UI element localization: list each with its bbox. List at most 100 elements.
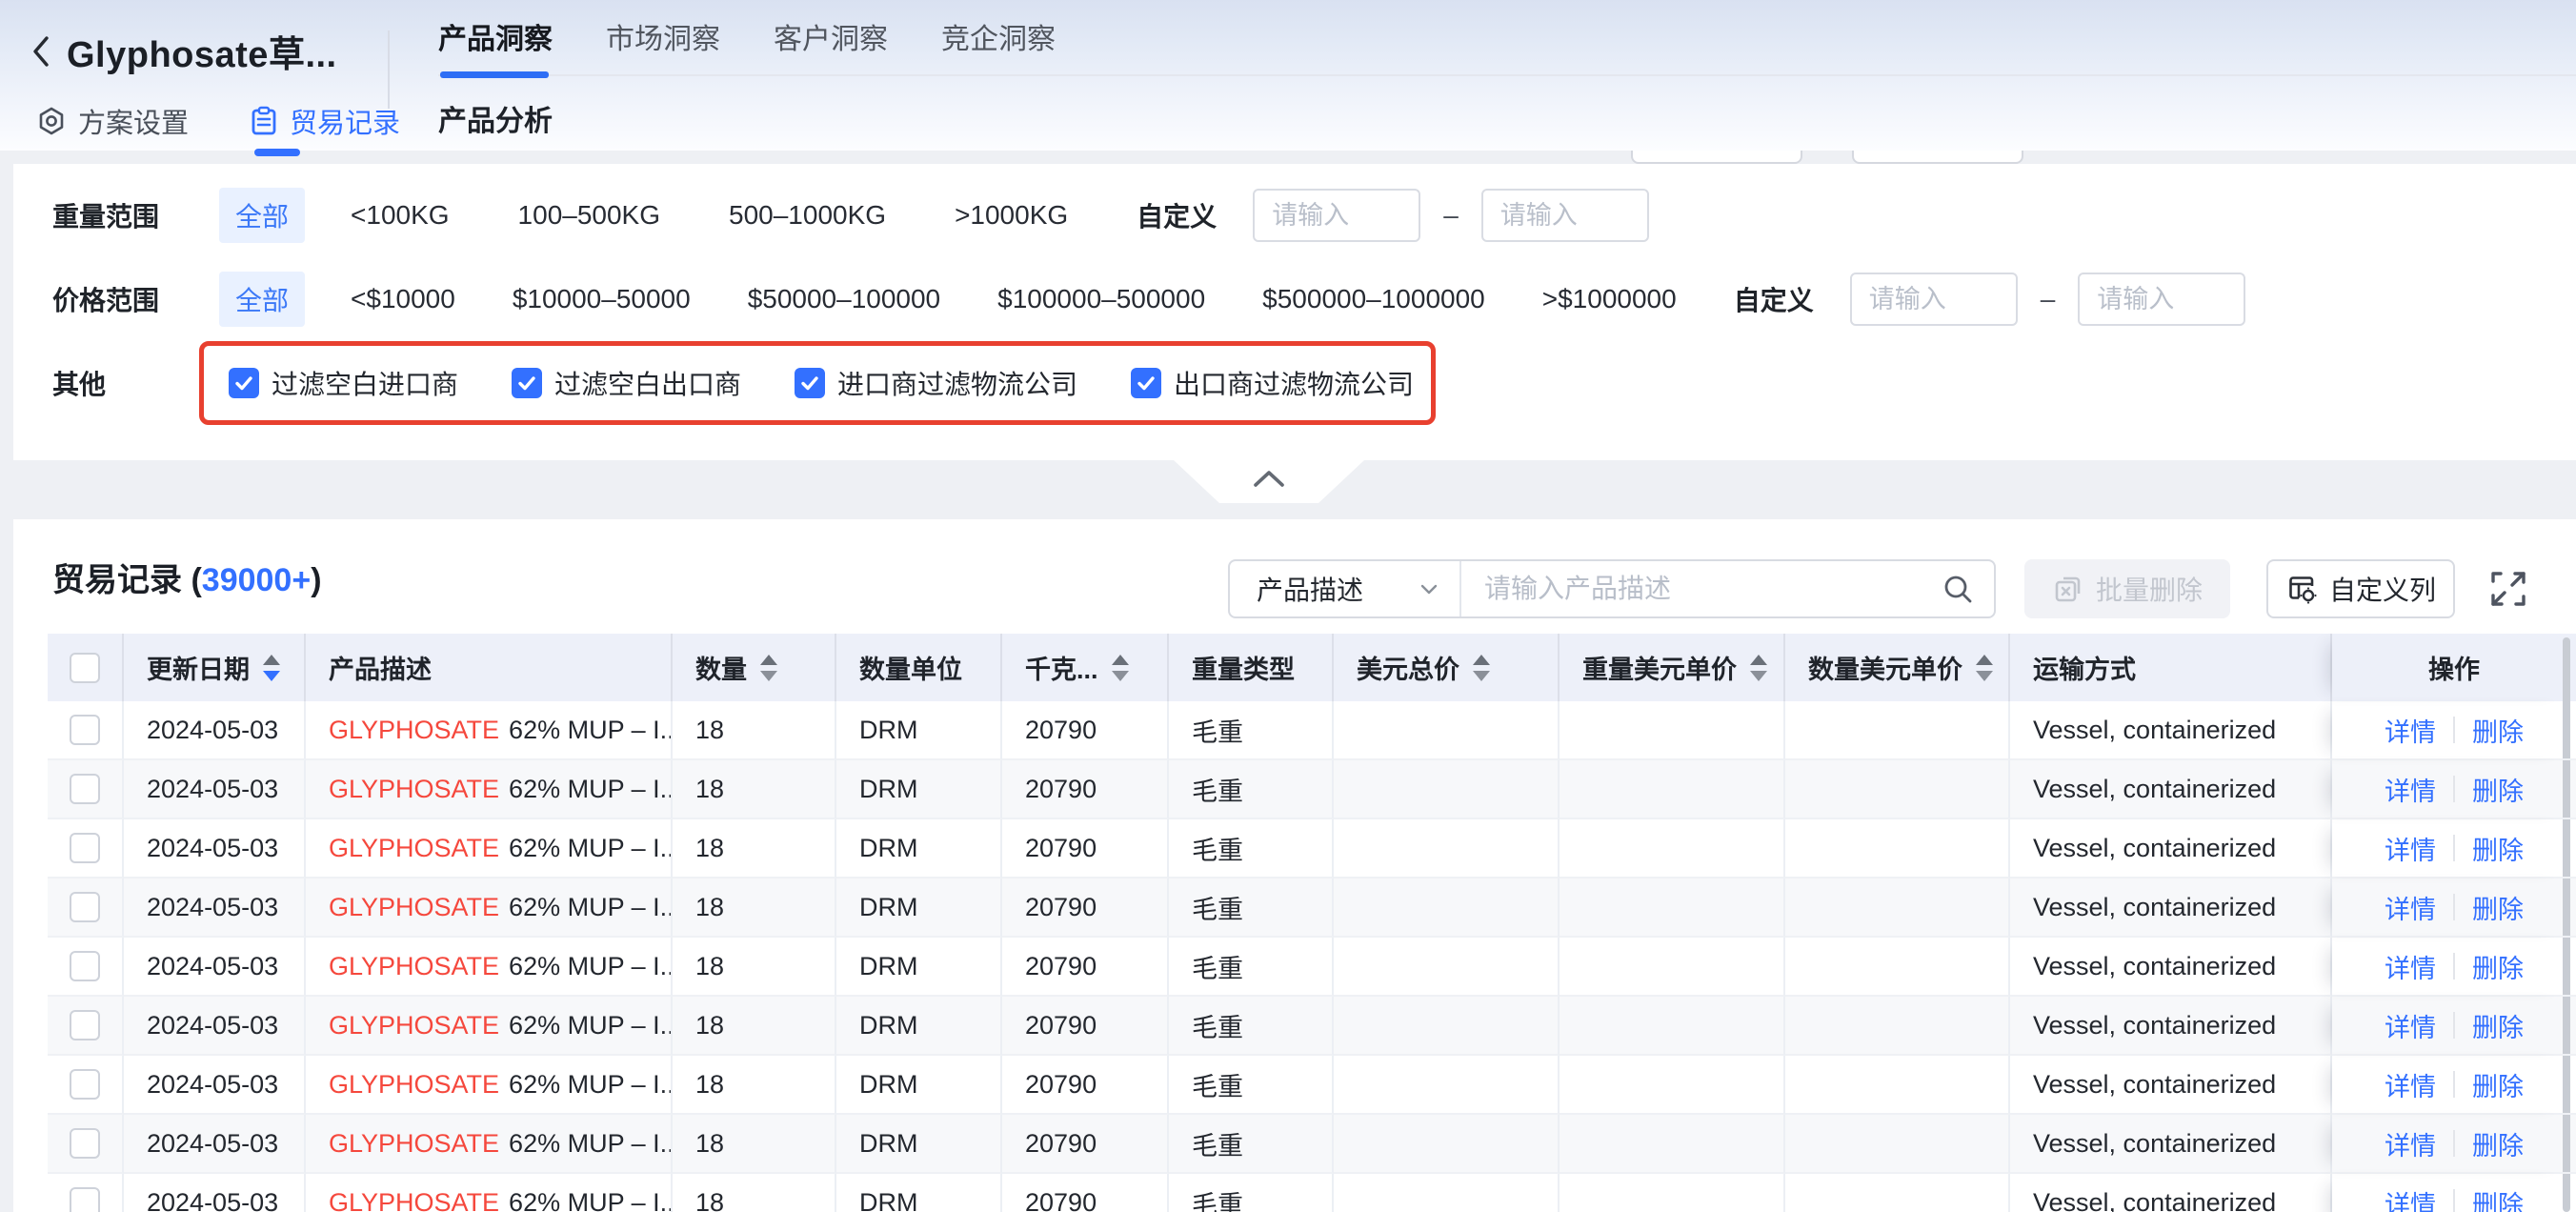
- price-range-option[interactable]: $500000–1000000: [1262, 284, 1485, 314]
- checkbox-checked-icon[interactable]: [512, 368, 542, 398]
- price-range-all-chip[interactable]: 全部: [219, 272, 305, 327]
- column-header-美元总价[interactable]: 美元总价: [1334, 634, 1560, 701]
- sort-icon[interactable]: [1976, 655, 1993, 681]
- weight-range-row: 重量范围 全部 <100KG100–500KG500–1000KG>1000KG…: [52, 187, 2547, 244]
- detail-link[interactable]: 详情: [2385, 1125, 2436, 1162]
- nav-tab-市场洞察[interactable]: 市场洞察: [606, 15, 720, 63]
- price-range-option[interactable]: $10000–50000: [513, 284, 691, 314]
- cell-kilograms: 20790: [1002, 1174, 1169, 1212]
- detail-link[interactable]: 详情: [2385, 889, 2436, 926]
- price-range-option[interactable]: $50000–100000: [748, 284, 940, 314]
- other-filter-item[interactable]: 过滤空白出口商: [512, 364, 741, 402]
- detail-link[interactable]: 详情: [2385, 712, 2436, 749]
- column-header-千克...[interactable]: 千克...: [1002, 634, 1169, 701]
- detail-link[interactable]: 详情: [2385, 771, 2436, 808]
- custom-columns-button[interactable]: 自定义列: [2266, 559, 2455, 618]
- other-filter-item[interactable]: 过滤空白进口商: [229, 364, 458, 402]
- row-checkbox[interactable]: [70, 774, 100, 804]
- row-checkbox[interactable]: [70, 892, 100, 922]
- row-checkbox[interactable]: [70, 1128, 100, 1159]
- delete-link[interactable]: 删除: [2472, 1066, 2524, 1103]
- weight-range-option[interactable]: 100–500KG: [518, 200, 660, 231]
- other-filters-label: 其他: [52, 364, 186, 402]
- weight-range-option[interactable]: >1000KG: [955, 200, 1068, 231]
- price-min-input[interactable]: [1850, 273, 2018, 326]
- other-filter-item[interactable]: 出口商过滤物流公司: [1131, 364, 1414, 402]
- row-checkbox[interactable]: [70, 1010, 100, 1040]
- detail-link[interactable]: 详情: [2385, 830, 2436, 867]
- price-range-option[interactable]: <$10000: [351, 284, 455, 314]
- detail-link[interactable]: 详情: [2385, 1066, 2436, 1103]
- price-max-input[interactable]: [2078, 273, 2245, 326]
- column-header-数量美元单价[interactable]: 数量美元单价: [1785, 634, 2010, 701]
- sort-icon[interactable]: [760, 655, 777, 681]
- other-filter-item[interactable]: 进口商过滤物流公司: [795, 364, 1077, 402]
- header-divider: [388, 30, 390, 109]
- cell-select: [48, 701, 124, 760]
- delete-link[interactable]: 删除: [2472, 1007, 2524, 1044]
- nav-tab-客户洞察[interactable]: 客户洞察: [774, 15, 888, 63]
- column-header-数量[interactable]: 数量: [673, 634, 836, 701]
- price-range-option[interactable]: >$1000000: [1542, 284, 1677, 314]
- sub-tab-plan-settings[interactable]: 方案设置: [36, 101, 189, 141]
- collapse-filters-tab[interactable]: [1174, 460, 1364, 503]
- nav-tab-竞企洞察[interactable]: 竞企洞察: [941, 15, 1056, 63]
- select-all-checkbox[interactable]: [70, 653, 100, 683]
- back-icon[interactable]: [29, 33, 53, 70]
- batch-delete-button[interactable]: 批量删除: [2024, 559, 2230, 618]
- weight-range-option[interactable]: <100KG: [351, 200, 450, 231]
- sort-desc-caret: [1473, 671, 1490, 681]
- checkbox-checked-icon[interactable]: [229, 368, 259, 398]
- batch-delete-icon: [2052, 573, 2084, 605]
- detail-link[interactable]: 详情: [2385, 1184, 2436, 1212]
- weight-range-option[interactable]: 500–1000KG: [729, 200, 886, 231]
- weight-min-input[interactable]: [1253, 189, 1420, 242]
- checkbox-checked-icon[interactable]: [795, 368, 825, 398]
- price-range-option[interactable]: $100000–500000: [997, 284, 1205, 314]
- delete-link[interactable]: 删除: [2472, 712, 2524, 749]
- sort-asc-caret: [1473, 655, 1490, 665]
- search-input[interactable]: [1461, 561, 1941, 616]
- search-icon[interactable]: [1941, 572, 1975, 606]
- cell-transport-mode: Vessel, containerized: [2010, 1056, 2332, 1115]
- sub-tab-trade-records[interactable]: 贸易记录: [250, 101, 400, 141]
- product-keyword-highlight: GLYPHOSATE: [329, 1011, 499, 1040]
- sort-asc-caret: [1112, 655, 1129, 665]
- sort-icon[interactable]: [1750, 655, 1767, 681]
- cell-usd-per-weight: [1560, 997, 1785, 1056]
- column-header-select[interactable]: [48, 634, 124, 701]
- row-checkbox[interactable]: [70, 1187, 100, 1212]
- detail-link[interactable]: 详情: [2385, 948, 2436, 985]
- cell-weight-type: 毛重: [1169, 879, 1334, 938]
- weight-range-all-chip[interactable]: 全部: [219, 188, 305, 243]
- delete-link[interactable]: 删除: [2472, 948, 2524, 985]
- column-header-更新日期[interactable]: 更新日期: [124, 634, 306, 701]
- tab-product-analysis[interactable]: 产品分析: [438, 97, 553, 139]
- fullscreen-expand-icon[interactable]: [2488, 569, 2528, 609]
- search-field-select[interactable]: 产品描述: [1230, 561, 1461, 616]
- sort-icon[interactable]: [1112, 655, 1129, 681]
- cell-update-date: 2024-05-03: [124, 1115, 306, 1174]
- column-header-重量美元单价[interactable]: 重量美元单价: [1560, 634, 1785, 701]
- sort-icon[interactable]: [263, 655, 280, 681]
- row-checkbox[interactable]: [70, 951, 100, 981]
- delete-link[interactable]: 删除: [2472, 1184, 2524, 1212]
- delete-link[interactable]: 删除: [2472, 1125, 2524, 1162]
- row-checkbox[interactable]: [70, 1069, 100, 1100]
- row-checkbox[interactable]: [70, 715, 100, 745]
- sort-icon[interactable]: [1473, 655, 1490, 681]
- column-header-运输方式: 运输方式: [2010, 634, 2332, 701]
- cell-product-description: GLYPHOSATE62% MUP – I...: [306, 997, 673, 1056]
- action-link-divider: [2453, 776, 2455, 802]
- delete-link[interactable]: 删除: [2472, 771, 2524, 808]
- row-checkbox[interactable]: [70, 833, 100, 863]
- checkbox-checked-icon[interactable]: [1131, 368, 1161, 398]
- sub-tab-label: 贸易记录: [290, 101, 400, 141]
- nav-tab-产品洞察[interactable]: 产品洞察: [438, 15, 553, 63]
- detail-link[interactable]: 详情: [2385, 1007, 2436, 1044]
- delete-link[interactable]: 删除: [2472, 830, 2524, 867]
- weight-max-input[interactable]: [1481, 189, 1649, 242]
- clipboard-icon: [250, 106, 278, 136]
- cell-weight-type: 毛重: [1169, 760, 1334, 819]
- delete-link[interactable]: 删除: [2472, 889, 2524, 926]
